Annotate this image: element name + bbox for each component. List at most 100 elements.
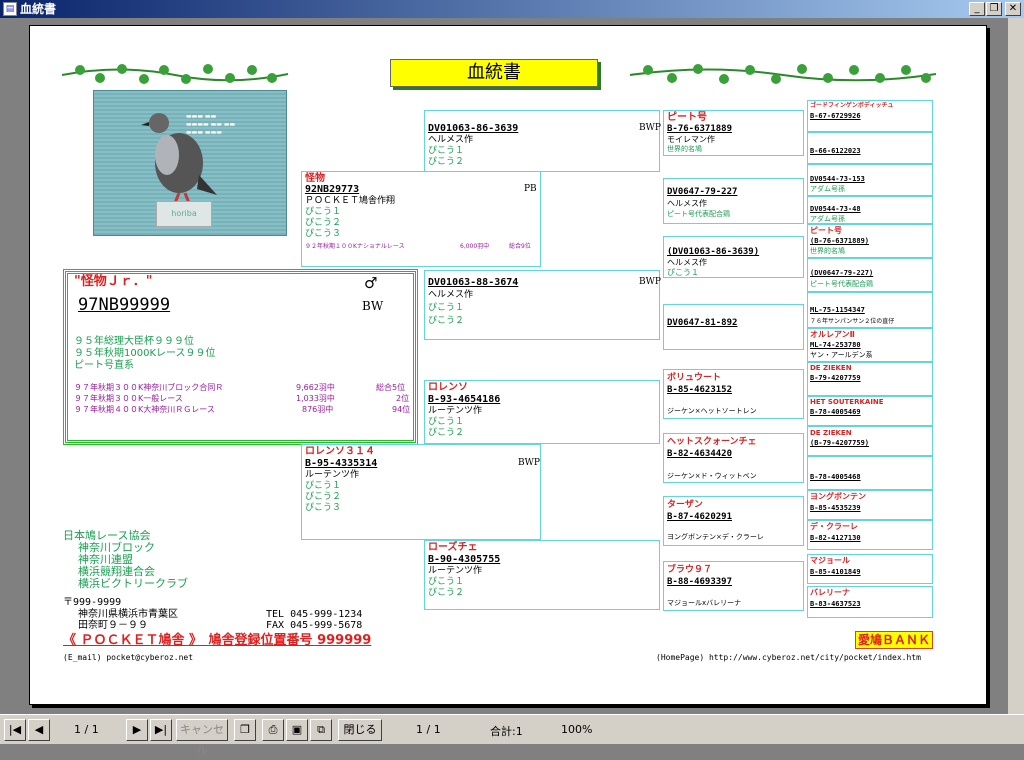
g3-card: ヘットスクォーンチェ B-82-4634420 ジーケン×ド・ウィットベン [663,433,804,483]
export-icon[interactable]: ⧉ [310,719,332,741]
assoc-5: 横浜ビクトリークラブ [78,577,188,590]
dam-color: BWP [518,458,540,468]
g2-note: ぴこう２ [428,588,465,598]
sire-color: PB [524,184,537,194]
g4-card: DV0544-73-153 アダム号孫 [807,164,933,196]
g2-note: ぴこう１ [428,417,465,427]
g4-name: ピート号 [810,226,842,235]
g3-card: DV0647-79-227 ヘルメス作 ピート号代表配合鶏 [663,178,804,224]
race-1: ９７年秋期３００K神奈川ブロック合同Ｒ [74,383,224,392]
g3-name: ヘットスクォーンチェ [667,437,757,447]
g2-color: BWP [639,277,661,287]
g4-ring: (DV0647-79-227) [810,269,874,277]
sire-card: 怪物 92NB29773 PB ＰＯＣＫＥＴ鳩舎作翔 ぴこう１ ぴこう２ ぴこう… [301,171,541,267]
restore-button[interactable]: ❐ [986,2,1002,16]
loft-name: 《 ＰＯＣＫＥＴ鳩舎 》 鳩舎登録位置番号 999999 [63,633,372,648]
g2-card: ローズチェ B-90-4305755 ルーテンツ作 ぴこう１ ぴこう２ [424,540,660,610]
g2-color: BWP [639,123,661,133]
next-page-button[interactable]: ▶ [126,719,148,741]
g4-ring: B-83-4637523 [810,600,861,608]
address-line-2: 田奈町９－９９ [78,620,148,631]
g3-line: ヨングボンテン×デ・クラーレ [667,533,764,541]
sire-breeder: ＰＯＣＫＥＴ鳩舎作翔 [305,196,396,206]
g3-ring: B-85-4623152 [667,385,733,395]
g4-ring: (B-79-4207759) [810,439,870,447]
g4-name: オルレアンⅡ [810,330,855,339]
g4-card: ゴードフィンゲンボディッチュ B-67-6729926 [807,100,933,132]
page-indicator: 1 / 1 [74,723,99,736]
last-page-button[interactable]: ▶| [150,719,172,741]
window-title: 血統書 [20,2,57,16]
vertical-scrollbar[interactable] [1008,18,1024,714]
g3-ring: (DV01063-86-3639) [667,247,760,257]
email: (E_mail) pocket@cyberoz.net [63,653,194,662]
dam-breeder: ルーテンツ作 [305,470,360,480]
g2-name: ローズチェ [428,542,478,553]
male-symbol-icon: ♂ [364,274,378,292]
g4-card: マジョール B-85-4101849 [807,554,933,584]
sire-race-count: 6,000羽中 [460,243,490,250]
close-preview-button[interactable]: 閉じる [338,719,382,741]
g4-name: ゴードフィンゲンボディッチュ [810,102,894,109]
race-2-count: 1,033羽中 [296,394,335,403]
g3-ring: B-76-6371889 [667,124,733,134]
g2-breeder: ヘルメス作 [428,290,474,300]
g4-card: DE ZIEKEN B-79-4207759 [807,362,933,396]
g4-ring: B-82-4127130 [810,534,861,542]
cancel-button[interactable]: キャンセル [176,719,228,756]
g2-ring: B-90-4305755 [428,554,501,565]
vine-right-icon [629,64,937,84]
copy-icon[interactable]: ❐ [234,719,256,741]
g2-card: DV01063-88-3674 BWP ヘルメス作 ぴこう１ ぴこう２ [424,270,661,340]
g2-breeder: ヘルメス作 [428,135,474,145]
save-icon[interactable]: ▣ [286,719,308,741]
g3-name: ターザン [667,500,703,510]
g3-line: ジーケン×ド・ウィットベン [667,472,757,480]
page-count: 1 / 1 [416,723,441,736]
g2-breeder: ルーテンツ作 [428,406,483,416]
g3-line: ぴこう１ [667,268,699,277]
g4-card: ML-75-1154347 ７６年サンパンサン２位の直仔 [807,292,933,328]
g2-name: ロレンソ [428,382,468,393]
dam-card: ロレンソ３１４ B-95-4335314 BWP ルーテンツ作 ぴこう１ ぴこう… [301,444,541,540]
g2-note: ぴこう１ [428,146,465,156]
print-icon[interactable]: ⎙ [262,719,284,741]
g3-ring: DV0647-79-227 [667,187,738,197]
g4-line: ７６年サンパンサン２位の直仔 [810,318,895,325]
g4-line: 世界的名鳩 [810,247,845,255]
g3-line: ヘルメス作 [667,258,707,267]
g4-name: バレリーナ [810,588,850,597]
g3-card: (DV01063-86-3639) ヘルメス作 ぴこう１ [663,236,804,278]
g4-card: DE ZIEKEN (B-79-4207759) [807,426,933,456]
sire-note-2: ぴこう２ [305,218,342,228]
g4-name: DE ZIEKEN [810,429,852,437]
race-3-place: 94位 [392,405,411,414]
g3-card: DV0647-81-892 [663,304,804,350]
g3-line: 世界的名鳩 [667,145,702,153]
prev-page-button[interactable]: ◀ [28,719,50,741]
race-3: ９７年秋期４００K大神奈川ＲＧレース [74,405,215,414]
g4-line: ピート号代表配合鶏 [810,280,873,288]
g3-ring: B-82-4634420 [667,449,733,459]
g4-ring: B-66-6122023 [810,147,861,155]
g3-line: ヘルメス作 [667,199,707,208]
main-record-1: ９５年総理大臣杯９９９位 [74,336,194,347]
g3-card: ターザン B-87-4620291 ヨングボンテン×デ・クラーレ [663,496,804,546]
g2-note: ぴこう２ [428,157,465,167]
postal-code: 〒999-9999 [63,597,122,608]
g2-ring: DV01063-88-3674 [428,277,519,288]
g4-card: B-78-4005468 [807,456,933,490]
title-bar: ▤ 血統書 _ ❐ ✕ [0,0,1024,18]
race-1-place: 総合5位 [376,383,406,392]
g4-card: ピート号 (B-76-6371889) 世界的名鳩 [807,224,933,258]
g4-ring: (B-76-6371889) [810,237,870,245]
first-page-button[interactable]: |◀ [4,719,26,741]
g3-card: ピート号 B-76-6371889 モイレマン作 世界的名鳩 [663,110,804,156]
dam-note-2: ぴこう２ [305,492,342,502]
pedigree-page: 血統書 ▬▬▬ ▬▬ ▬▬▬▬ ▬▬ ▬▬ ▬▬▬ ▬▬▬ horiba "怪物Ｊｒ… [29,25,987,705]
close-button[interactable]: ✕ [1005,2,1021,16]
g3-ring: DV0647-81-892 [667,318,738,328]
g2-card: ロレンソ B-93-4654186 ルーテンツ作 ぴこう１ ぴこう２ [424,380,660,444]
g2-note: ぴこう１ [428,577,465,587]
minimize-button[interactable]: _ [969,2,985,16]
